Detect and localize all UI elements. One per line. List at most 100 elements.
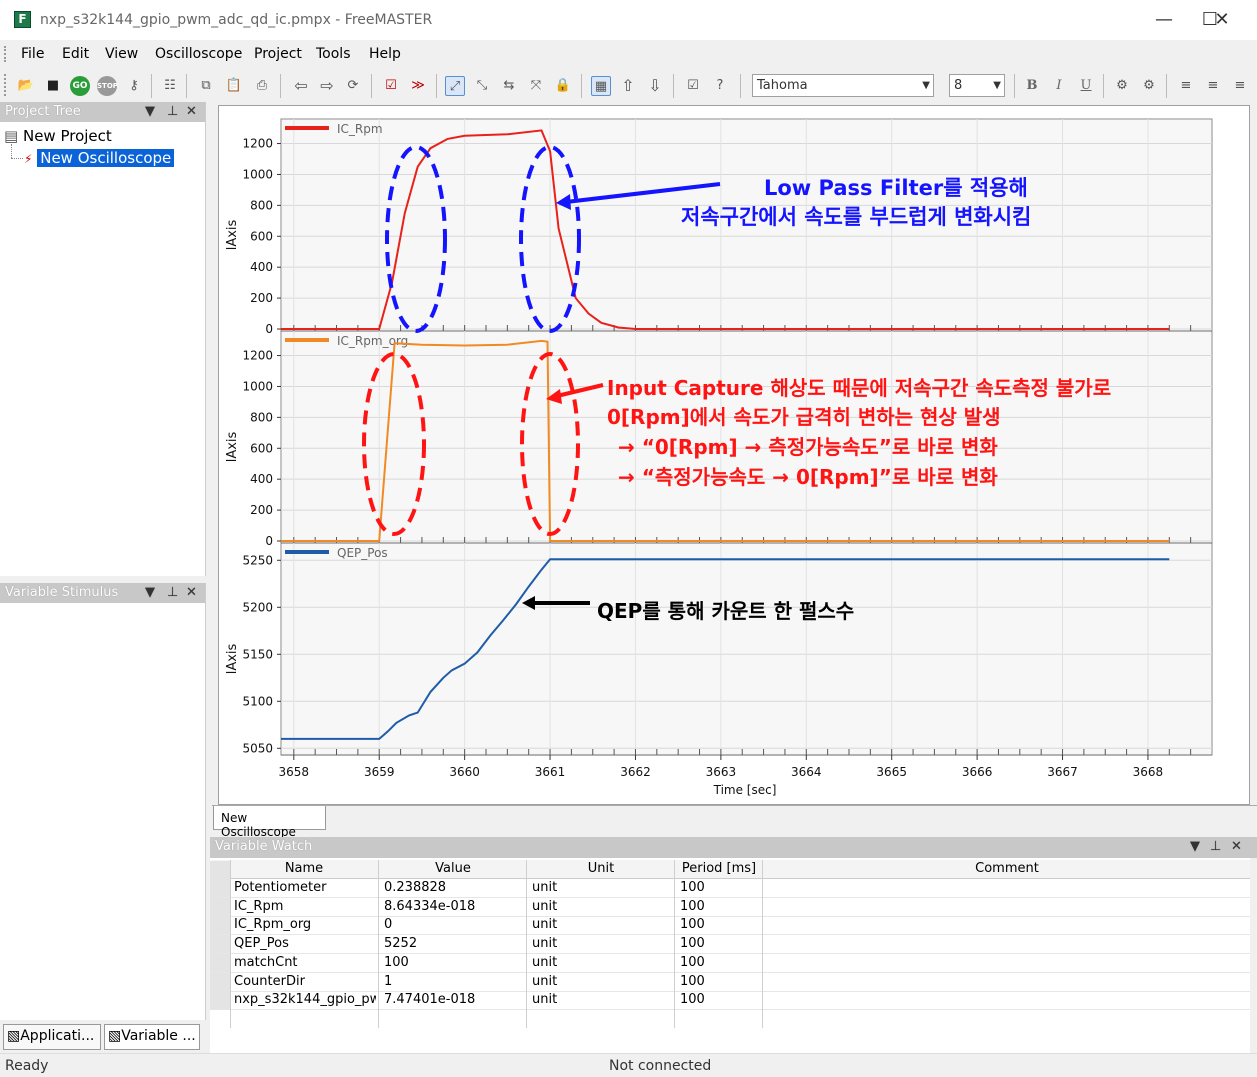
- dropdown-icon[interactable]: ▼: [145, 585, 155, 600]
- bold-button[interactable]: B: [1022, 76, 1042, 96]
- table-row[interactable]: QEP_Pos 5252 unit 100: [210, 935, 1250, 955]
- forward-arrow-icon[interactable]: ⇨: [317, 76, 337, 96]
- tab-variable[interactable]: ▧Variable ...: [104, 1024, 200, 1050]
- close-button[interactable]: ✕: [1200, 4, 1244, 36]
- close-icon[interactable]: ✕: [186, 585, 197, 600]
- annotation-red-line4: → “측정가능속도 → 0[Rpm]”로 바로 변화: [618, 465, 998, 489]
- toolbar-separator: [1166, 74, 1167, 98]
- zoom-mode-icon[interactable]: ⤡: [472, 76, 492, 96]
- dropdown-icon[interactable]: ▼: [1190, 839, 1200, 854]
- options-icon[interactable]: ☑: [683, 76, 703, 96]
- menu-edit[interactable]: Edit: [62, 46, 89, 62]
- auto-scale-icon[interactable]: ⤧: [526, 76, 546, 96]
- column-header-comment[interactable]: Comment: [764, 861, 1250, 876]
- up-arrow-icon[interactable]: ⇧: [618, 76, 638, 96]
- column-header-unit[interactable]: Unit: [528, 861, 674, 876]
- menu-project[interactable]: Project: [254, 46, 302, 62]
- variable-watch-header: Variable Watch ▼ ⊥ ✕: [210, 837, 1257, 858]
- help-icon[interactable]: ?: [710, 76, 730, 96]
- dropdown-icon[interactable]: ▼: [145, 104, 155, 119]
- annotation-blue-line1: Low Pass Filter를 적용해: [764, 176, 1028, 200]
- column-separator[interactable]: [762, 860, 763, 1028]
- menu-help[interactable]: Help: [369, 46, 401, 62]
- table-row[interactable]: matchCnt 100 unit 100: [210, 953, 1250, 973]
- key-icon[interactable]: ⚷: [124, 76, 144, 96]
- tree-item-project[interactable]: ▤ New Project: [4, 126, 112, 146]
- cell-name: QEP_Pos: [234, 936, 289, 952]
- tab-application-label: Applicati...: [20, 1028, 95, 1044]
- pin-icon[interactable]: ⊥: [167, 104, 178, 119]
- table-row[interactable]: Potentiometer 0.238828 unit 100: [210, 879, 1250, 898]
- table-row[interactable]: nxp_s32k144_gpio_pwm 7.47401e-018 unit 100: [210, 991, 1250, 1011]
- pointer-mode-icon[interactable]: ⤢: [445, 76, 465, 96]
- row-header[interactable]: [210, 972, 230, 991]
- tree-item-oscilloscope-label: New Oscilloscope: [37, 149, 175, 167]
- title-bar: F nxp_s32k144_gpio_pwm_adc_qd_ic.pmpx - …: [0, 0, 1257, 40]
- toolbar-separator: [740, 74, 741, 98]
- table-row[interactable]: IC_Rpm_org 0 unit 100: [210, 916, 1250, 936]
- column-separator[interactable]: [378, 860, 379, 1028]
- tree-item-oscilloscope[interactable]: ⚡ New Oscilloscope: [24, 148, 175, 168]
- cell-value: 7.47401e-018: [384, 992, 476, 1008]
- back-arrow-icon[interactable]: ⇦: [291, 76, 311, 96]
- font-size-select[interactable]: 8 ▼: [949, 74, 1005, 97]
- x-tick-label: 3662: [620, 765, 651, 779]
- column-separator[interactable]: [230, 860, 231, 1028]
- row-header[interactable]: [210, 897, 230, 916]
- refresh-icon[interactable]: ⟳: [343, 76, 363, 96]
- pan-mode-icon[interactable]: ⇆: [499, 76, 519, 96]
- save-icon[interactable]: ■: [43, 76, 63, 96]
- menu-tools[interactable]: Tools: [316, 46, 351, 62]
- print-icon[interactable]: ⎙: [252, 76, 272, 96]
- y-tick-label: 600: [250, 441, 273, 455]
- lock-icon[interactable]: 🔒: [553, 76, 573, 96]
- italic-button[interactable]: I: [1049, 76, 1069, 96]
- align-center-icon[interactable]: ≡: [1203, 76, 1223, 96]
- toolbar-separator: [581, 74, 582, 98]
- row-header[interactable]: [210, 991, 230, 1010]
- align-left-icon[interactable]: ≡: [1176, 76, 1196, 96]
- font-shrink-icon[interactable]: ⚙: [1139, 76, 1159, 96]
- close-icon[interactable]: ✕: [1231, 839, 1242, 854]
- column-separator[interactable]: [674, 860, 675, 1028]
- menu-view[interactable]: View: [105, 46, 138, 62]
- font-name-select[interactable]: Tahoma ▼: [752, 74, 934, 97]
- open-folder-icon[interactable]: 📂: [16, 76, 36, 96]
- column-header-value[interactable]: Value: [380, 861, 526, 876]
- row-header[interactable]: [210, 879, 230, 897]
- row-header[interactable]: [210, 935, 230, 954]
- freemaster-window: { "window": {"title": "nxp_s32k144_gpio_…: [0, 0, 1257, 1077]
- column-header-name[interactable]: Name: [230, 861, 378, 876]
- row-header[interactable]: [210, 916, 230, 935]
- font-grow-icon[interactable]: ⚙: [1112, 76, 1132, 96]
- column-header-period[interactable]: Period [ms]: [676, 861, 762, 876]
- menu-oscilloscope[interactable]: Oscilloscope: [155, 46, 242, 62]
- close-icon[interactable]: ✕: [186, 104, 197, 119]
- stop-icon[interactable]: STOP: [97, 76, 118, 96]
- menu-file[interactable]: File: [21, 46, 44, 62]
- pin-icon[interactable]: ⊥: [1210, 839, 1221, 854]
- cell-unit: unit: [532, 954, 558, 970]
- row-header[interactable]: [210, 953, 230, 972]
- table-row[interactable]: CounterDir 1 unit 100: [210, 972, 1250, 992]
- paste-icon[interactable]: 📋: [224, 76, 244, 96]
- variable-watch-icon[interactable]: ☑: [381, 76, 401, 96]
- tab-new-oscilloscope[interactable]: New Oscilloscope: [213, 806, 326, 839]
- variable-icon: ▧: [108, 1028, 122, 1044]
- minimize-button[interactable]: —: [1142, 4, 1186, 36]
- table-row[interactable]: IC_Rpm 8.64334e-018 unit 100: [210, 897, 1250, 917]
- go-icon[interactable]: GO: [70, 76, 90, 96]
- underline-button[interactable]: U: [1076, 76, 1096, 96]
- pin-icon[interactable]: ⊥: [167, 585, 178, 600]
- properties-icon[interactable]: ☷: [160, 76, 180, 96]
- tab-application[interactable]: ▧Applicati...: [3, 1024, 101, 1050]
- x-tick-label: 3665: [876, 765, 907, 779]
- scope-signal-icon[interactable]: ≫: [408, 76, 428, 96]
- align-right-icon[interactable]: ≡: [1230, 76, 1250, 96]
- down-arrow-icon[interactable]: ⇩: [645, 76, 665, 96]
- x-tick-label: 3668: [1133, 765, 1164, 779]
- grid-icon[interactable]: ▦: [591, 76, 611, 96]
- tree-item-project-label: New Project: [22, 127, 112, 145]
- column-separator[interactable]: [526, 860, 527, 1028]
- copy-icon[interactable]: ⧉: [196, 76, 216, 96]
